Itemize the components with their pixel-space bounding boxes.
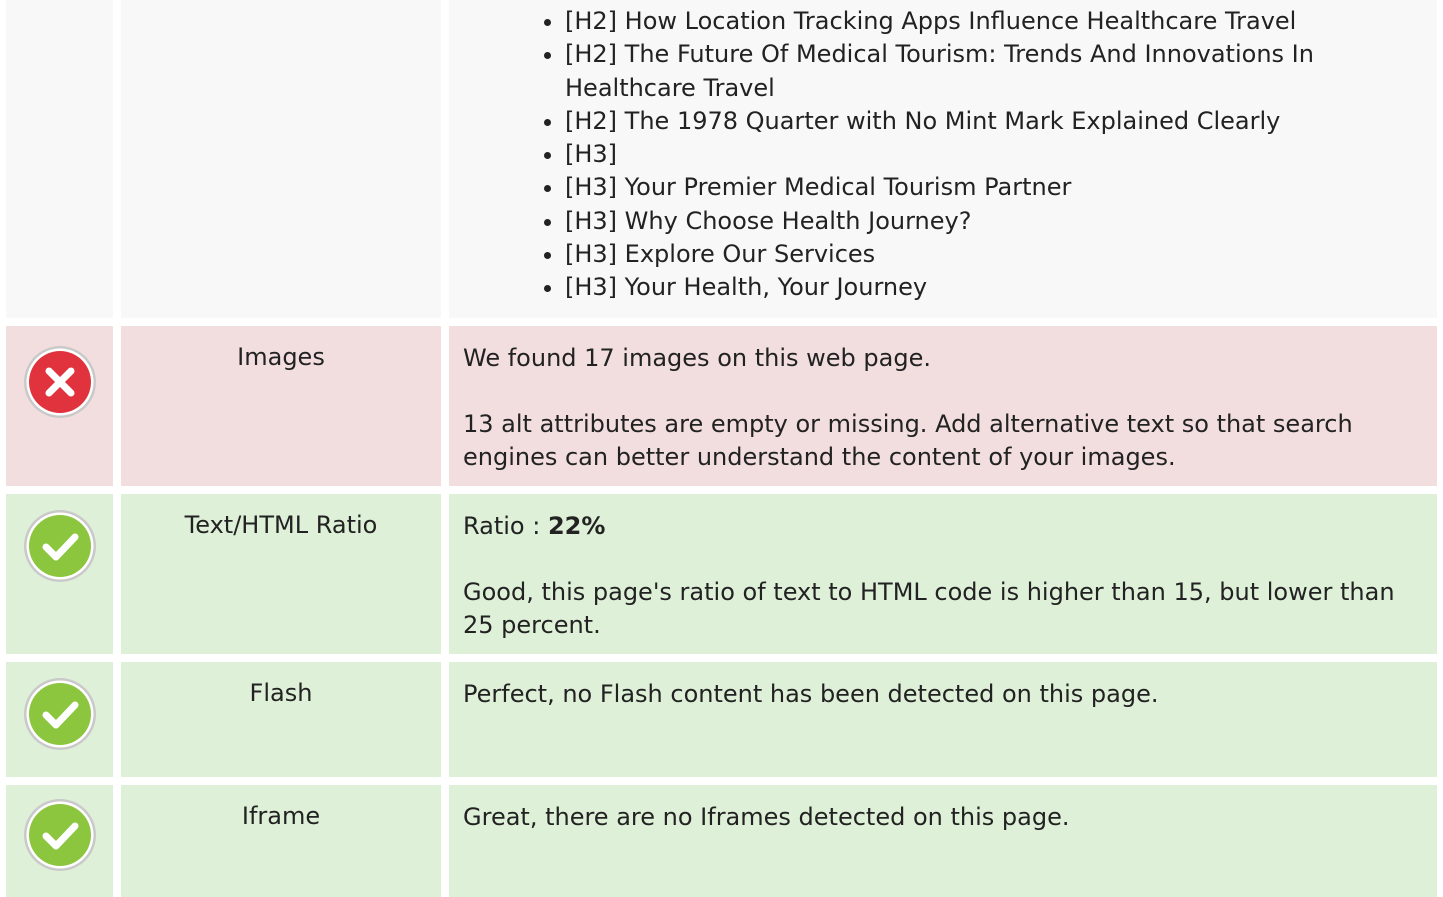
- headings-content-cell: [H2] How Location Tracking Apps Influenc…: [449, 0, 1437, 318]
- headings-row: [H2] How Location Tracking Apps Influenc…: [0, 0, 1443, 318]
- iframe-label-cell: Iframe: [121, 785, 441, 897]
- headings-list: [H2] How Location Tracking Apps Influenc…: [537, 5, 1427, 305]
- ratio-value: 22%: [547, 512, 606, 540]
- images-content-cell: We found 17 images on this web page. 13 …: [449, 326, 1437, 486]
- check-icon: [22, 797, 98, 873]
- ratio-label: Text/HTML Ratio: [184, 511, 378, 539]
- heading-list-item: [H3] Explore Our Services: [565, 238, 1427, 271]
- ratio-value-line: Ratio : 22%: [463, 510, 1423, 543]
- seo-report: [H2] How Location Tracking Apps Influenc…: [0, 0, 1443, 897]
- iframe-content-cell: Great, there are no Iframes detected on …: [449, 785, 1437, 897]
- ratio-description: Good, this page's ratio of text to HTML …: [463, 578, 1395, 639]
- iframe-content: Great, there are no Iframes detected on …: [463, 801, 1423, 834]
- flash-label: Flash: [249, 679, 313, 707]
- heading-list-item: [H3] Why Choose Health Journey?: [565, 205, 1427, 238]
- heading-list-item: [H3]: [565, 138, 1427, 171]
- ratio-label-cell: Text/HTML Ratio: [121, 494, 441, 654]
- ratio-prefix: Ratio :: [463, 512, 548, 540]
- iframe-description: Great, there are no Iframes detected on …: [463, 803, 1070, 831]
- headings-icon-cell: [6, 0, 113, 318]
- images-label: Images: [237, 343, 325, 371]
- flash-row: Flash Perfect, no Flash content has been…: [0, 662, 1443, 777]
- ratio-content-cell: Ratio : 22% Good, this page's ratio of t…: [449, 494, 1437, 654]
- heading-list-item: [H2] The Future Of Medical Tourism: Tren…: [565, 38, 1427, 105]
- flash-label-cell: Flash: [121, 662, 441, 777]
- images-row: Images We found 17 images on this web pa…: [0, 326, 1443, 486]
- iframe-row: Iframe Great, there are no Iframes detec…: [0, 785, 1443, 897]
- images-alt-text: 13 alt attributes are empty or missing. …: [463, 410, 1353, 471]
- heading-list-item: [H2] The 1978 Quarter with No Mint Mark …: [565, 105, 1427, 138]
- images-icon-cell: [6, 326, 113, 486]
- flash-content: Perfect, no Flash content has been detec…: [463, 678, 1423, 711]
- ratio-icon-cell: [6, 494, 113, 654]
- heading-list-item: [H3] Your Premier Medical Tourism Partne…: [565, 171, 1427, 204]
- check-icon: [22, 676, 98, 752]
- flash-content-cell: Perfect, no Flash content has been detec…: [449, 662, 1437, 777]
- iframe-icon-cell: [6, 785, 113, 897]
- flash-icon-cell: [6, 662, 113, 777]
- headings-label-cell: [121, 0, 441, 318]
- flash-description: Perfect, no Flash content has been detec…: [463, 680, 1159, 708]
- heading-list-item: [H3] Your Health, Your Journey: [565, 271, 1427, 304]
- images-count-text: We found 17 images on this web page.: [463, 344, 931, 372]
- iframe-label: Iframe: [241, 802, 321, 830]
- check-icon: [22, 508, 98, 584]
- images-label-cell: Images: [121, 326, 441, 486]
- text-html-ratio-row: Text/HTML Ratio Ratio : 22% Good, this p…: [0, 494, 1443, 654]
- ratio-content: Ratio : 22% Good, this page's ratio of t…: [463, 510, 1423, 642]
- heading-list-item: [H2] How Location Tracking Apps Influenc…: [565, 5, 1427, 38]
- images-content: We found 17 images on this web page. 13 …: [463, 342, 1423, 474]
- error-icon: [22, 344, 98, 420]
